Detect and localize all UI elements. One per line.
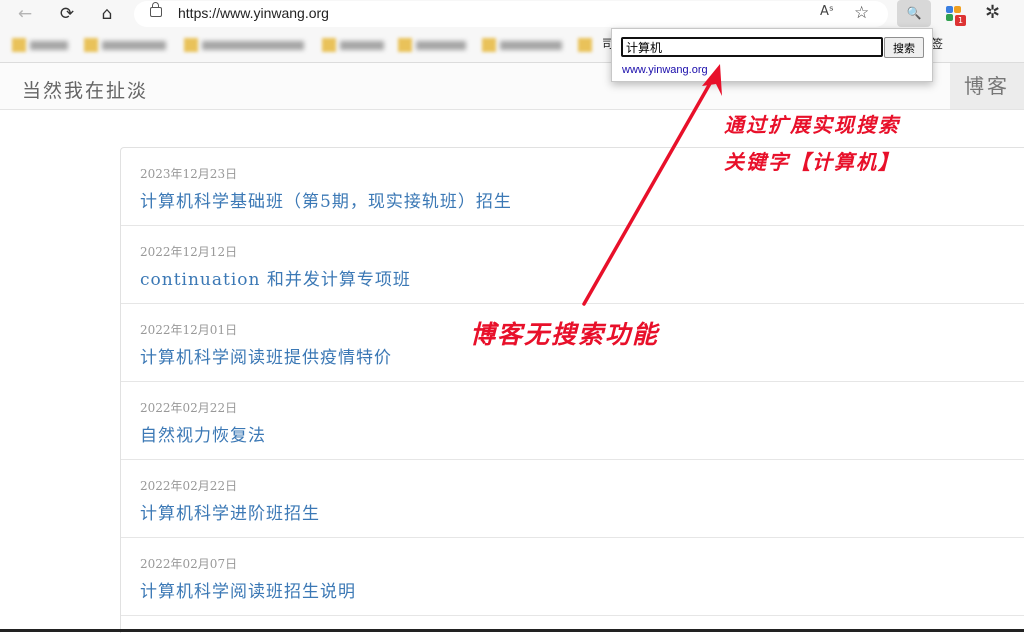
- search-extension-popup: 搜索 www.yinwang.org: [611, 28, 933, 82]
- bookmark-item[interactable]: [578, 38, 602, 52]
- post-date: 2023年12月23日: [140, 167, 238, 181]
- post-date: 2022年12月01日: [140, 323, 238, 337]
- favorite-star-icon[interactable]: ☆: [854, 3, 869, 23]
- post-title-link[interactable]: 计算机科学阅读班招生说明: [140, 577, 356, 602]
- post-date: 2022年02月07日: [140, 557, 238, 571]
- bookmark-item[interactable]: [84, 38, 172, 52]
- post-item: 2022年12月12日 continuation 和并发计算专项班: [121, 226, 1024, 304]
- address-bar[interactable]: https://www.yinwang.org Aˢ ☆: [134, 1, 888, 27]
- annotation-no-search: 博客无搜索功能: [470, 320, 660, 349]
- url-text[interactable]: https://www.yinwang.org: [178, 5, 329, 21]
- post-list: 2023年12月23日 计算机科学基础班（第5期，现实接轨班）招生 2022年1…: [120, 147, 1024, 633]
- bookmark-item[interactable]: [322, 38, 388, 52]
- annotation-keyword: 关键字【计算机】: [724, 150, 900, 174]
- post-date: 2022年12月12日: [140, 245, 238, 259]
- site-title[interactable]: 当然我在扯淡: [22, 76, 148, 103]
- post-title-link[interactable]: 自然视力恢复法: [140, 421, 266, 446]
- bookmark-item[interactable]: [184, 38, 310, 52]
- bookmark-item[interactable]: [12, 38, 72, 52]
- bookmark-item[interactable]: [482, 38, 568, 52]
- post-title-link[interactable]: 计算机科学基础班（第5期，现实接轨班）招生: [140, 187, 512, 212]
- extension-badge-count: 1: [955, 15, 966, 26]
- post-item: 2022年02月07日 计算机科学阅读班招生说明: [121, 538, 1024, 616]
- browser-toolbar: ← ⟳ ⌂ https://www.yinwang.org Aˢ ☆ 🔍 1 ✲: [0, 0, 1024, 30]
- search-input[interactable]: [621, 37, 883, 57]
- post-date: 2022年02月22日: [140, 401, 238, 415]
- post-title-link[interactable]: 计算机科学进阶班招生: [140, 499, 320, 524]
- search-result-link[interactable]: www.yinwang.org: [622, 64, 708, 76]
- read-aloud-icon[interactable]: Aˢ: [820, 4, 834, 19]
- extension-badge-icon[interactable]: 1: [946, 6, 966, 26]
- search-extension-icon[interactable]: 🔍: [897, 0, 931, 27]
- refresh-icon[interactable]: ⟳: [54, 2, 80, 26]
- lock-icon[interactable]: [150, 2, 162, 17]
- post-title-link[interactable]: 计算机科学阅读班提供疫情特价: [140, 343, 392, 368]
- annotation-extension-search: 通过扩展实现搜索: [724, 113, 900, 137]
- bookmark-item[interactable]: [398, 38, 470, 52]
- post-item: 2022年02月22日 计算机科学进阶班招生: [121, 460, 1024, 538]
- home-icon[interactable]: ⌂: [94, 2, 120, 26]
- post-item: 2022年02月22日 自然视力恢复法: [121, 382, 1024, 460]
- back-icon[interactable]: ←: [12, 2, 38, 26]
- search-button[interactable]: 搜索: [884, 37, 924, 58]
- post-date: 2022年02月22日: [140, 479, 238, 493]
- post-title-link[interactable]: continuation 和并发计算专项班: [140, 265, 411, 290]
- extensions-puzzle-icon[interactable]: ✲: [985, 2, 1000, 23]
- tab-blog[interactable]: 博客: [950, 63, 1024, 109]
